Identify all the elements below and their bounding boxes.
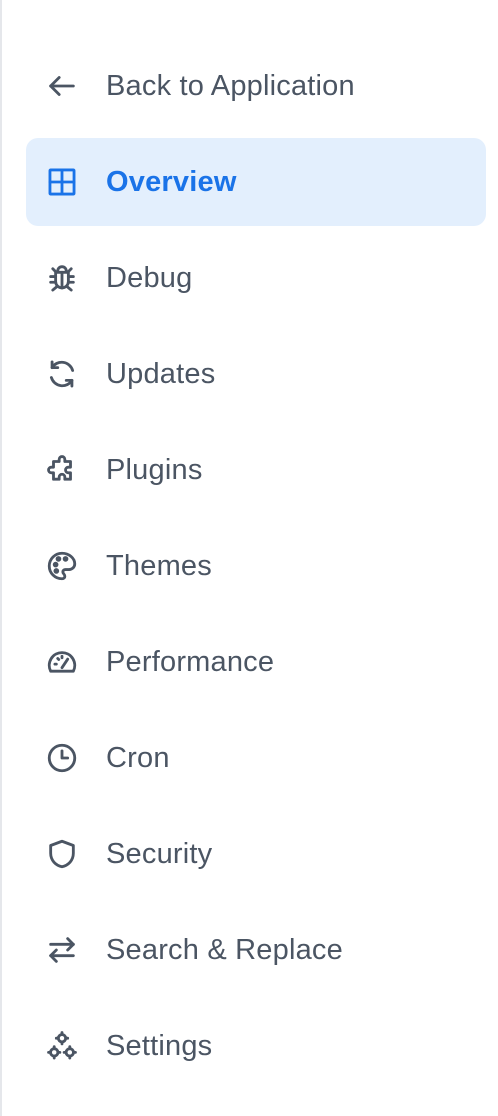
sidebar-item-overview[interactable]: Overview bbox=[26, 138, 486, 226]
sidebar-item-label: Performance bbox=[106, 645, 275, 678]
sidebar-item-label: Search & Replace bbox=[106, 933, 343, 966]
arrow-left-icon bbox=[44, 68, 80, 104]
shield-icon bbox=[44, 836, 80, 872]
sidebar-item-updates[interactable]: Updates bbox=[26, 330, 486, 418]
sidebar-item-security[interactable]: Security bbox=[26, 810, 486, 898]
sidebar-item-search-replace[interactable]: Search & Replace bbox=[26, 906, 486, 994]
grid-icon bbox=[44, 164, 80, 200]
back-to-application-link[interactable]: Back to Application bbox=[26, 42, 486, 130]
sidebar-item-label: Overview bbox=[106, 165, 237, 198]
sidebar-item-label: Back to Application bbox=[106, 69, 355, 102]
sidebar-item-label: Debug bbox=[106, 261, 193, 294]
sidebar: Back to Application Overview Debug Updat… bbox=[0, 0, 498, 1116]
sidebar-item-performance[interactable]: Performance bbox=[26, 618, 486, 706]
sidebar-item-cron[interactable]: Cron bbox=[26, 714, 486, 802]
sidebar-item-label: Plugins bbox=[106, 453, 203, 486]
sidebar-item-label: Cron bbox=[106, 741, 170, 774]
palette-icon bbox=[44, 548, 80, 584]
puzzle-icon bbox=[44, 452, 80, 488]
gauge-icon bbox=[44, 644, 80, 680]
sidebar-item-debug[interactable]: Debug bbox=[26, 234, 486, 322]
bug-icon bbox=[44, 260, 80, 296]
refresh-icon bbox=[44, 356, 80, 392]
sidebar-item-themes[interactable]: Themes bbox=[26, 522, 486, 610]
sidebar-nav: Back to Application Overview Debug Updat… bbox=[26, 42, 486, 1098]
sidebar-border bbox=[0, 0, 2, 1116]
sidebar-item-label: Themes bbox=[106, 549, 212, 582]
cogs-icon bbox=[44, 1028, 80, 1064]
sidebar-item-label: Security bbox=[106, 837, 213, 870]
sidebar-item-label: Settings bbox=[106, 1029, 213, 1062]
sidebar-item-settings[interactable]: Settings bbox=[26, 1002, 486, 1090]
arrows-swap-icon bbox=[44, 932, 80, 968]
sidebar-item-plugins[interactable]: Plugins bbox=[26, 426, 486, 514]
sidebar-item-label: Updates bbox=[106, 357, 216, 390]
clock-icon bbox=[44, 740, 80, 776]
